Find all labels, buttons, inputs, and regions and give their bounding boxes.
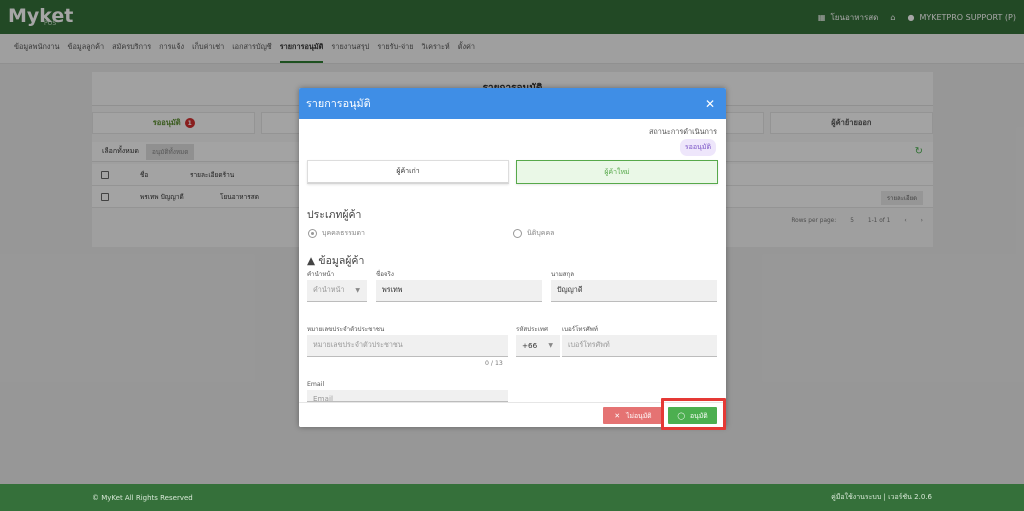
footer: © MyKet All Rights Reserved คู่มือใช้งาน… [0,484,1024,511]
highlight-frame [661,398,726,430]
first-name-input[interactable]: พรเทพ [376,280,542,302]
radio-empty-icon [513,229,522,238]
country-code-select[interactable]: +66 ▼ [516,335,560,357]
status-badge: รออนุมัติ [679,139,716,156]
prefix-label: คำนำหน้า [307,271,335,278]
manual-version[interactable]: คู่มือใช้งานระบบ | เวอร์ชัน 2.0.6 [831,492,932,503]
new-vendor-tab[interactable]: ผู้ค้าใหม่ [516,160,718,184]
close-icon: ✕ [614,411,621,420]
phone-input[interactable]: เบอร์โทรศัพท์ [562,335,717,357]
status-label: สถานะการดำเนินการ [648,127,717,136]
id-counter: 0 / 13 [485,360,503,367]
id-card-label: หมายเลขประจำตัวประชาชน [307,326,385,333]
natural-person-radio[interactable]: บุคคลธรรมดา [308,228,513,239]
prefix-select[interactable]: คำนำหน้า ▼ [307,280,367,302]
close-icon[interactable]: ✕ [701,96,719,112]
old-vendor-tab[interactable]: ผู้ค้าเก่า [307,160,509,184]
juristic-radio[interactable]: นิติบุคคล [513,228,718,239]
phone-label: เบอร์โทรศัพท์ [562,326,598,333]
last-name-input[interactable]: ปัญญาดี [551,280,717,302]
person-icon: ▲ [307,255,316,267]
vendor-info-title: ▲ ข้อมูลผู้ค้า [307,255,365,267]
copyright: © MyKet All Rights Reserved [92,493,193,502]
radio-selected-icon [308,229,317,238]
email-input[interactable]: Email [307,390,508,402]
vendor-type-radios: บุคคลธรรมดา นิติบุคคล [308,228,718,239]
modal-header: รายการอนุมัติ ✕ [299,88,726,119]
chevron-down-icon: ▼ [548,342,553,349]
last-name-label: นามสกุล [551,271,575,278]
email-label: Email [307,381,325,388]
vendor-type-title: ประเภทผู้ค้า [307,209,362,221]
id-card-input[interactable]: หมายเลขประจำตัวประชาชน [307,335,508,357]
first-name-label: ชื่อจริง [376,271,394,278]
reject-button[interactable]: ✕ ไม่อนุมัติ [603,407,663,424]
country-code-label: รหัสประเทศ [516,326,548,333]
chevron-down-icon: ▼ [355,287,360,294]
modal-title: รายการอนุมัติ [306,97,371,110]
approval-modal: รายการอนุมัติ ✕ สถานะการดำเนินการ รออนุม… [299,88,726,427]
